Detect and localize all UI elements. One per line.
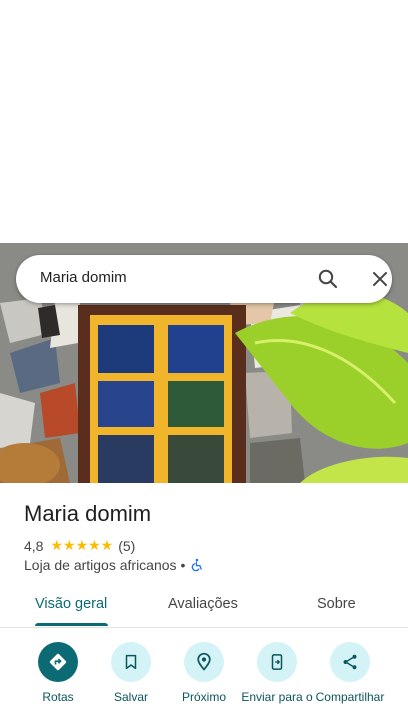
search-input[interactable]: Maria domim (40, 269, 127, 286)
action-buttons: Rotas Salvar Próximo Enviar para o Compa… (0, 628, 408, 726)
rating-stars-icon: ★★★★★ (50, 537, 114, 553)
nearby-icon (184, 642, 224, 682)
send-to-phone-label: Enviar para o (241, 690, 313, 704)
place-category: Loja de artigos africanos (24, 557, 177, 573)
search-icon[interactable] (316, 267, 340, 291)
nearby-button[interactable]: Próximo (168, 642, 240, 704)
tab-overview[interactable]: Visão geral (35, 596, 107, 612)
bookmark-icon (111, 642, 151, 682)
search-bar[interactable]: Maria domim (16, 255, 392, 303)
tab-reviews[interactable]: Avaliações (168, 596, 238, 612)
place-title: Maria domim (24, 501, 152, 526)
share-icon (330, 642, 370, 682)
share-label: Compartilhar (315, 690, 385, 704)
category-row: Loja de artigos africanos • (24, 557, 204, 573)
directions-label: Rotas (42, 690, 74, 704)
place-tabs: Visão geral Avaliações Sobre (0, 584, 408, 628)
send-to-phone-button[interactable]: Enviar para o (241, 642, 313, 704)
active-tab-indicator (35, 623, 108, 626)
save-label: Salvar (113, 690, 148, 704)
map-area[interactable] (0, 0, 408, 243)
review-count: (5) (118, 537, 136, 554)
rating-row[interactable]: 4,8 ★★★★★ (5) (24, 537, 135, 554)
tab-about[interactable]: Sobre (317, 596, 356, 612)
close-icon[interactable] (368, 267, 392, 291)
directions-icon (38, 642, 78, 682)
send-to-phone-icon (257, 642, 297, 682)
save-button[interactable]: Salvar (95, 642, 167, 704)
wheelchair-accessible-icon (190, 558, 204, 572)
rating-value: 4,8 (24, 537, 44, 554)
separator-dot: • (180, 557, 186, 573)
share-button[interactable]: Compartilhar (314, 642, 386, 704)
directions-button[interactable]: Rotas (22, 642, 94, 704)
nearby-label: Próximo (181, 690, 226, 704)
